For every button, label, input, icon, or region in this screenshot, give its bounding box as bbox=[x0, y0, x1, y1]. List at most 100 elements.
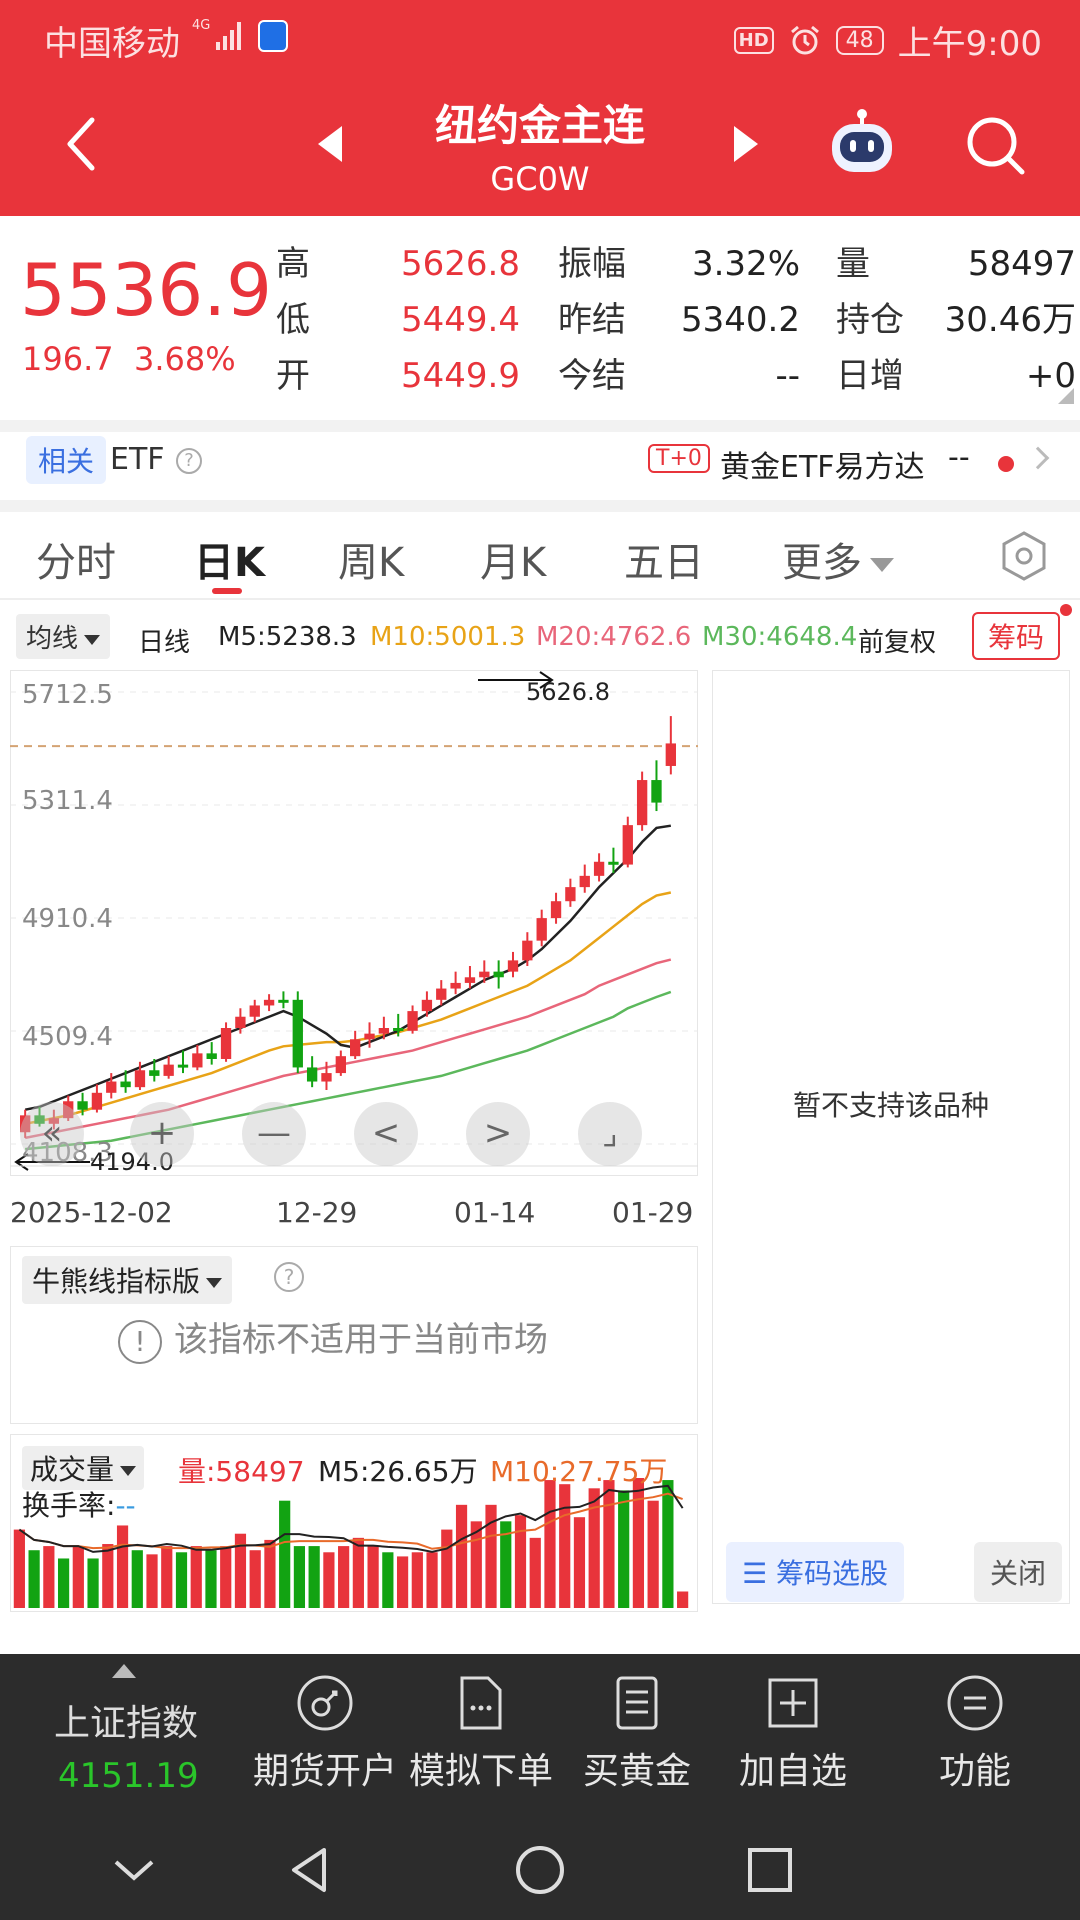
chip-select-button[interactable]: ☰ 筹码选股 bbox=[726, 1542, 905, 1602]
tab-4[interactable]: 五日 bbox=[624, 530, 704, 588]
indicator-message: ! 该指标不适用于当前市场 bbox=[118, 1312, 548, 1364]
simulated-order-button[interactable]: 模拟下单 bbox=[406, 1674, 556, 1794]
document-icon bbox=[460, 1676, 502, 1730]
related-etf-name[interactable]: 黄金ETF易方达 bbox=[720, 442, 925, 486]
tab-3[interactable]: 月K bbox=[480, 530, 546, 588]
stat-value: 3.32% bbox=[691, 244, 800, 284]
chip-distribution-button[interactable]: 筹码 bbox=[972, 612, 1061, 660]
pan-left-icon[interactable]: < bbox=[354, 1102, 418, 1166]
volume-bar bbox=[87, 1558, 99, 1608]
y-axis-label: 5311.4 bbox=[22, 786, 113, 816]
volume-bar bbox=[367, 1546, 379, 1608]
fullscreen-icon[interactable]: ⌟ bbox=[578, 1102, 642, 1166]
prev-contract-icon[interactable] bbox=[318, 126, 342, 162]
caret-down-icon bbox=[870, 558, 894, 572]
network-type: 4G bbox=[192, 18, 211, 33]
volume-bar bbox=[529, 1537, 541, 1608]
candle-body bbox=[220, 1027, 232, 1059]
nav-down-icon[interactable] bbox=[104, 1840, 164, 1900]
close-button[interactable]: 关闭 bbox=[974, 1542, 1063, 1602]
candle-body bbox=[565, 887, 576, 902]
search-icon[interactable] bbox=[964, 114, 1028, 178]
candle-body bbox=[77, 1101, 88, 1110]
candle-body bbox=[192, 1053, 203, 1068]
candle-body bbox=[536, 918, 547, 941]
volume-bar bbox=[13, 1529, 25, 1608]
candle-body bbox=[206, 1053, 217, 1059]
tab-5[interactable]: 更多 bbox=[782, 530, 894, 588]
settings-hex-icon[interactable] bbox=[998, 530, 1050, 582]
volume-bar bbox=[411, 1552, 423, 1608]
next-contract-icon[interactable] bbox=[734, 126, 758, 162]
chevron-right-icon[interactable] bbox=[1026, 446, 1050, 470]
nav-home-icon[interactable] bbox=[510, 1840, 570, 1900]
tab-label: 分时 bbox=[36, 540, 116, 586]
volume-value: 量:58497 bbox=[178, 1455, 305, 1488]
indicator-selector[interactable]: 牛熊线指标版 bbox=[22, 1256, 233, 1304]
candle-body bbox=[464, 977, 476, 983]
functions-button[interactable]: 功能 bbox=[900, 1674, 1050, 1794]
futures-account-button[interactable]: 期货开户 bbox=[250, 1674, 400, 1794]
expand-up-icon[interactable] bbox=[112, 1664, 136, 1678]
candle-body bbox=[134, 1070, 146, 1088]
candle-body bbox=[593, 861, 605, 876]
help-icon[interactable]: ? bbox=[274, 1262, 304, 1292]
app-root: 中国移动 4G HD 48 上午9:00 纽约金主连 GC0W 5536.9 1… bbox=[0, 0, 1080, 1920]
expand-corner-icon[interactable] bbox=[1058, 388, 1074, 404]
index-name[interactable]: 上证指数 bbox=[54, 1694, 198, 1746]
y-axis-label: 5712.5 bbox=[22, 680, 113, 710]
zoom-in-icon[interactable]: + bbox=[130, 1102, 194, 1166]
help-icon[interactable]: ? bbox=[176, 448, 202, 474]
stat-value: 5626.8 bbox=[401, 244, 520, 284]
pan-right-icon[interactable]: > bbox=[466, 1102, 530, 1166]
functions-label: 功能 bbox=[938, 1751, 1011, 1792]
nav-back-icon[interactable] bbox=[280, 1840, 340, 1900]
ma5-value: M5:5238.3 bbox=[218, 622, 357, 652]
volume-bar bbox=[544, 1480, 556, 1608]
rewind-icon[interactable]: « bbox=[20, 1102, 84, 1166]
related-etf-value: -- bbox=[948, 440, 970, 475]
volume-bar bbox=[43, 1546, 55, 1608]
tab-2[interactable]: 周K bbox=[338, 530, 404, 588]
volume-bar bbox=[677, 1591, 689, 1608]
alarm-icon bbox=[790, 25, 819, 54]
tab-0[interactable]: 分时 bbox=[36, 530, 116, 588]
stat-label: 低 bbox=[276, 300, 310, 340]
buy-gold-button[interactable]: 买黄金 bbox=[562, 1674, 712, 1794]
candle-body bbox=[522, 940, 533, 961]
futures-account-label: 期货开户 bbox=[252, 1751, 397, 1792]
adjust-mode[interactable]: 前复权 bbox=[858, 622, 936, 659]
add-watchlist-button[interactable]: 加自选 bbox=[718, 1674, 868, 1794]
volume-bar bbox=[455, 1504, 468, 1608]
kline-chart[interactable] bbox=[10, 670, 698, 1176]
ma-selector[interactable]: 均线 bbox=[16, 614, 111, 659]
volume-bar bbox=[323, 1552, 335, 1608]
divider bbox=[0, 420, 1080, 432]
back-icon[interactable] bbox=[58, 112, 106, 176]
ma20-value: M20:4762.6 bbox=[536, 622, 692, 652]
turnover-label: 换手率: bbox=[22, 1489, 116, 1522]
tab-label: 日K bbox=[194, 540, 265, 586]
x-axis-label: 2025-12-02 bbox=[10, 1196, 173, 1229]
caret-down-icon bbox=[120, 1466, 137, 1476]
add-square-icon bbox=[768, 1678, 818, 1728]
volume-bar bbox=[647, 1500, 659, 1608]
stat-label: 高 bbox=[276, 244, 310, 284]
candle-body bbox=[450, 982, 461, 989]
status-time: 上午9:00 bbox=[897, 24, 1042, 64]
top-header: 中国移动 4G HD 48 上午9:00 纽约金主连 GC0W bbox=[0, 0, 1080, 216]
tab-1[interactable]: 日K bbox=[194, 530, 265, 588]
stat-value: 30.46万 bbox=[944, 300, 1076, 340]
t0-badge: T+0 bbox=[648, 444, 710, 473]
volume-bar bbox=[190, 1546, 202, 1608]
robot-assistant-icon[interactable] bbox=[826, 106, 898, 178]
volume-bar bbox=[632, 1478, 645, 1608]
stat-value: +0 bbox=[1025, 356, 1076, 396]
ma-line-m5 bbox=[24, 824, 672, 1111]
candle-body bbox=[278, 999, 289, 1003]
nav-recents-icon[interactable] bbox=[740, 1840, 800, 1900]
candle-body bbox=[91, 1092, 103, 1110]
candle-body bbox=[636, 780, 648, 826]
volume-bar bbox=[338, 1546, 350, 1608]
zoom-out-icon[interactable]: — bbox=[242, 1102, 306, 1166]
